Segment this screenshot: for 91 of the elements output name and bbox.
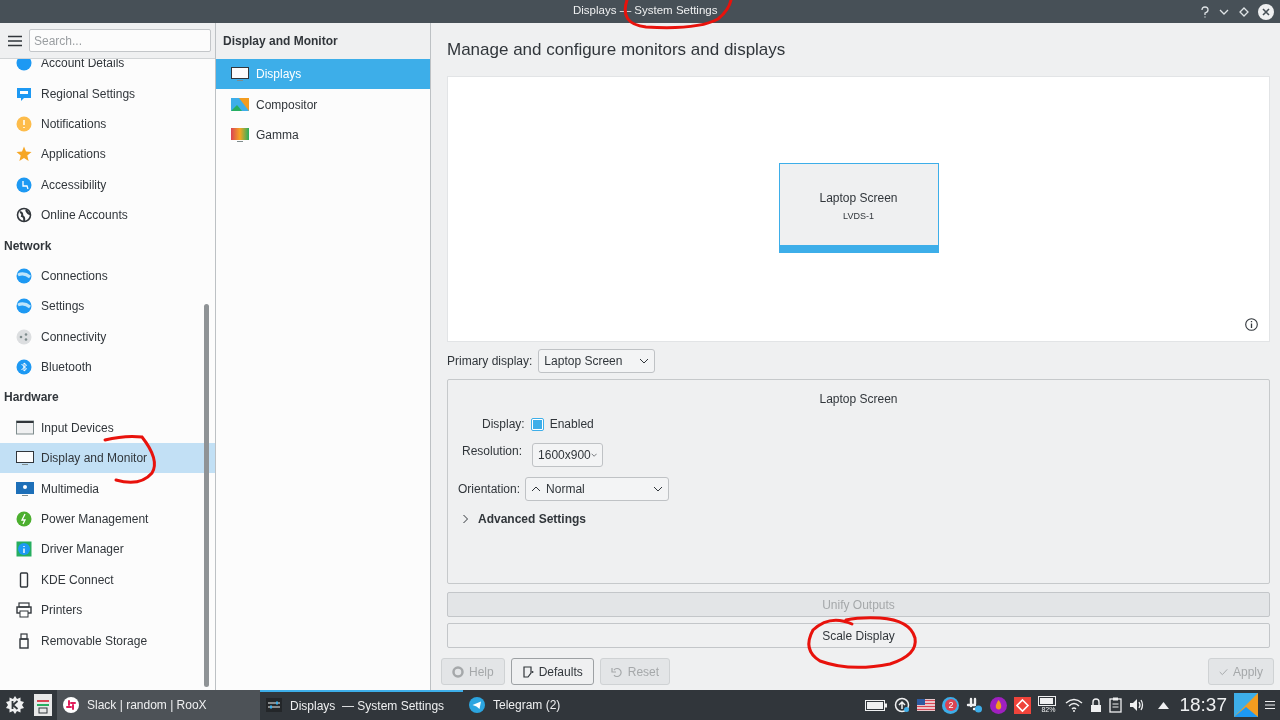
gamma-icon [231, 126, 249, 143]
close-icon[interactable] [1258, 3, 1274, 20]
globe-icon [16, 207, 34, 224]
sliders-icon [266, 698, 282, 714]
sidebar-item[interactable]: Connectivity [0, 321, 215, 352]
sidebar-item[interactable]: Accessibility [0, 169, 215, 200]
category-item[interactable]: Compositor [216, 89, 430, 120]
sidebar-item[interactable]: Printers [0, 595, 215, 626]
monitor-icon [16, 480, 34, 497]
sidebar-item[interactable]: Input Devices [0, 412, 215, 444]
sidebar-item[interactable]: Notifications [0, 108, 215, 140]
resolution-label: Resolution: [462, 443, 523, 460]
display-label: Display: [482, 416, 525, 433]
sidebar-item[interactable]: Multimedia [0, 473, 215, 504]
hand-drawn-mark [103, 434, 156, 484]
primary-display-dropdown[interactable]: Laptop Screen [538, 349, 656, 373]
anydesk-icon[interactable] [1014, 696, 1032, 714]
sidebar-item[interactable]: Bluetooth [0, 351, 215, 383]
chevron-down-icon [653, 486, 664, 492]
taskbar-task[interactable]: Displays — System Settings [260, 690, 463, 720]
taskbar-task[interactable]: Slack | random | RooX [57, 690, 260, 720]
sidebar-item[interactable]: Display and Monitor [0, 443, 215, 474]
help-icon[interactable] [1200, 5, 1210, 18]
volume-icon[interactable] [1129, 698, 1146, 712]
globe-icon [16, 298, 34, 315]
info-icon[interactable] [1245, 318, 1258, 331]
lightning-icon [16, 511, 34, 528]
sidebar-item[interactable]: Account Details [0, 59, 215, 79]
sidebar-item[interactable]: KDE Connect [0, 564, 215, 596]
advanced-settings-toggle[interactable]: Advanced Settings [448, 510, 587, 528]
section-heading: Hardware [4, 389, 59, 407]
orientation-dropdown[interactable]: Normal [525, 477, 670, 501]
undo-icon [610, 665, 623, 678]
globe-icon [16, 267, 34, 284]
sidebar-item[interactable]: Connections [0, 260, 215, 292]
chevron-down-icon [639, 358, 650, 364]
info-icon [16, 541, 34, 558]
window-icon [16, 419, 34, 436]
maximize-icon[interactable] [1238, 5, 1250, 18]
app-icon[interactable] [34, 694, 52, 716]
battery-icon[interactable] [865, 699, 888, 711]
resolution-dropdown[interactable]: 1600x900 [532, 443, 604, 467]
enabled-checkbox[interactable]: Enabled [530, 415, 594, 433]
menu-icon[interactable] [8, 34, 22, 47]
section-heading: Network [4, 237, 52, 255]
page-heading: Manage and configure monitors and displays [447, 39, 787, 62]
wifi-icon[interactable] [1065, 698, 1084, 712]
search-field[interactable]: Search... [29, 29, 211, 52]
expand-tray-icon[interactable] [1158, 701, 1170, 709]
category-item[interactable]: Gamma [216, 119, 430, 151]
sidebar-item[interactable]: Settings [0, 291, 215, 322]
notification-badge[interactable]: 2 [942, 696, 960, 714]
speech-bubble-icon [16, 85, 34, 102]
taskbar-task[interactable]: Telegram (2) [463, 690, 666, 720]
paper-plane-icon [469, 697, 485, 713]
sidebar-item[interactable]: Regional Settings [0, 78, 215, 109]
monitor-card[interactable]: Laptop Screen LVDS-1 [778, 163, 939, 253]
primary-display-label: Primary display: [447, 353, 533, 370]
desktop-thumbnail-icon[interactable] [1234, 693, 1258, 717]
clipboard-icon[interactable] [1109, 697, 1123, 713]
action-button[interactable]: Scale Display [447, 623, 1270, 648]
clock[interactable]: 18:37 [1179, 690, 1227, 720]
panel-title: Display and Monitor [216, 23, 430, 59]
monitor-icon [16, 450, 34, 467]
scrollbar-thumb[interactable] [204, 304, 209, 687]
star-icon [16, 146, 34, 163]
sidebar-item[interactable]: Driver Manager [0, 534, 215, 565]
flag-icon[interactable] [917, 699, 936, 711]
sidebar-item[interactable]: Online Accounts [0, 199, 215, 231]
printer-icon [16, 602, 34, 619]
user-icon [16, 59, 34, 72]
sidebar-item[interactable]: Applications [0, 139, 215, 170]
orientation-label: Orientation: [458, 481, 521, 498]
connector-label: LVDS-1 [843, 209, 874, 223]
document-icon [521, 665, 534, 678]
bluetooth-icon [16, 359, 34, 376]
share-icon [16, 328, 34, 345]
exclamation-icon [16, 115, 34, 132]
lock-icon[interactable] [1090, 697, 1103, 713]
sidebar-item[interactable]: Power Management [0, 503, 215, 535]
compositor-icon [231, 96, 249, 113]
update-icon[interactable] [894, 697, 911, 713]
footer-button[interactable]: Defaults [510, 658, 594, 685]
sidebar-item[interactable]: Removable Storage [0, 625, 215, 656]
monitor-name: Laptop Screen [819, 189, 898, 207]
accessibility-icon [16, 176, 34, 193]
application-launcher-icon[interactable] [5, 695, 25, 715]
flame-icon[interactable] [990, 696, 1008, 714]
monitor-icon [231, 66, 249, 83]
chevron-down-icon [590, 452, 598, 458]
output-title: Laptop Screen [819, 391, 898, 408]
